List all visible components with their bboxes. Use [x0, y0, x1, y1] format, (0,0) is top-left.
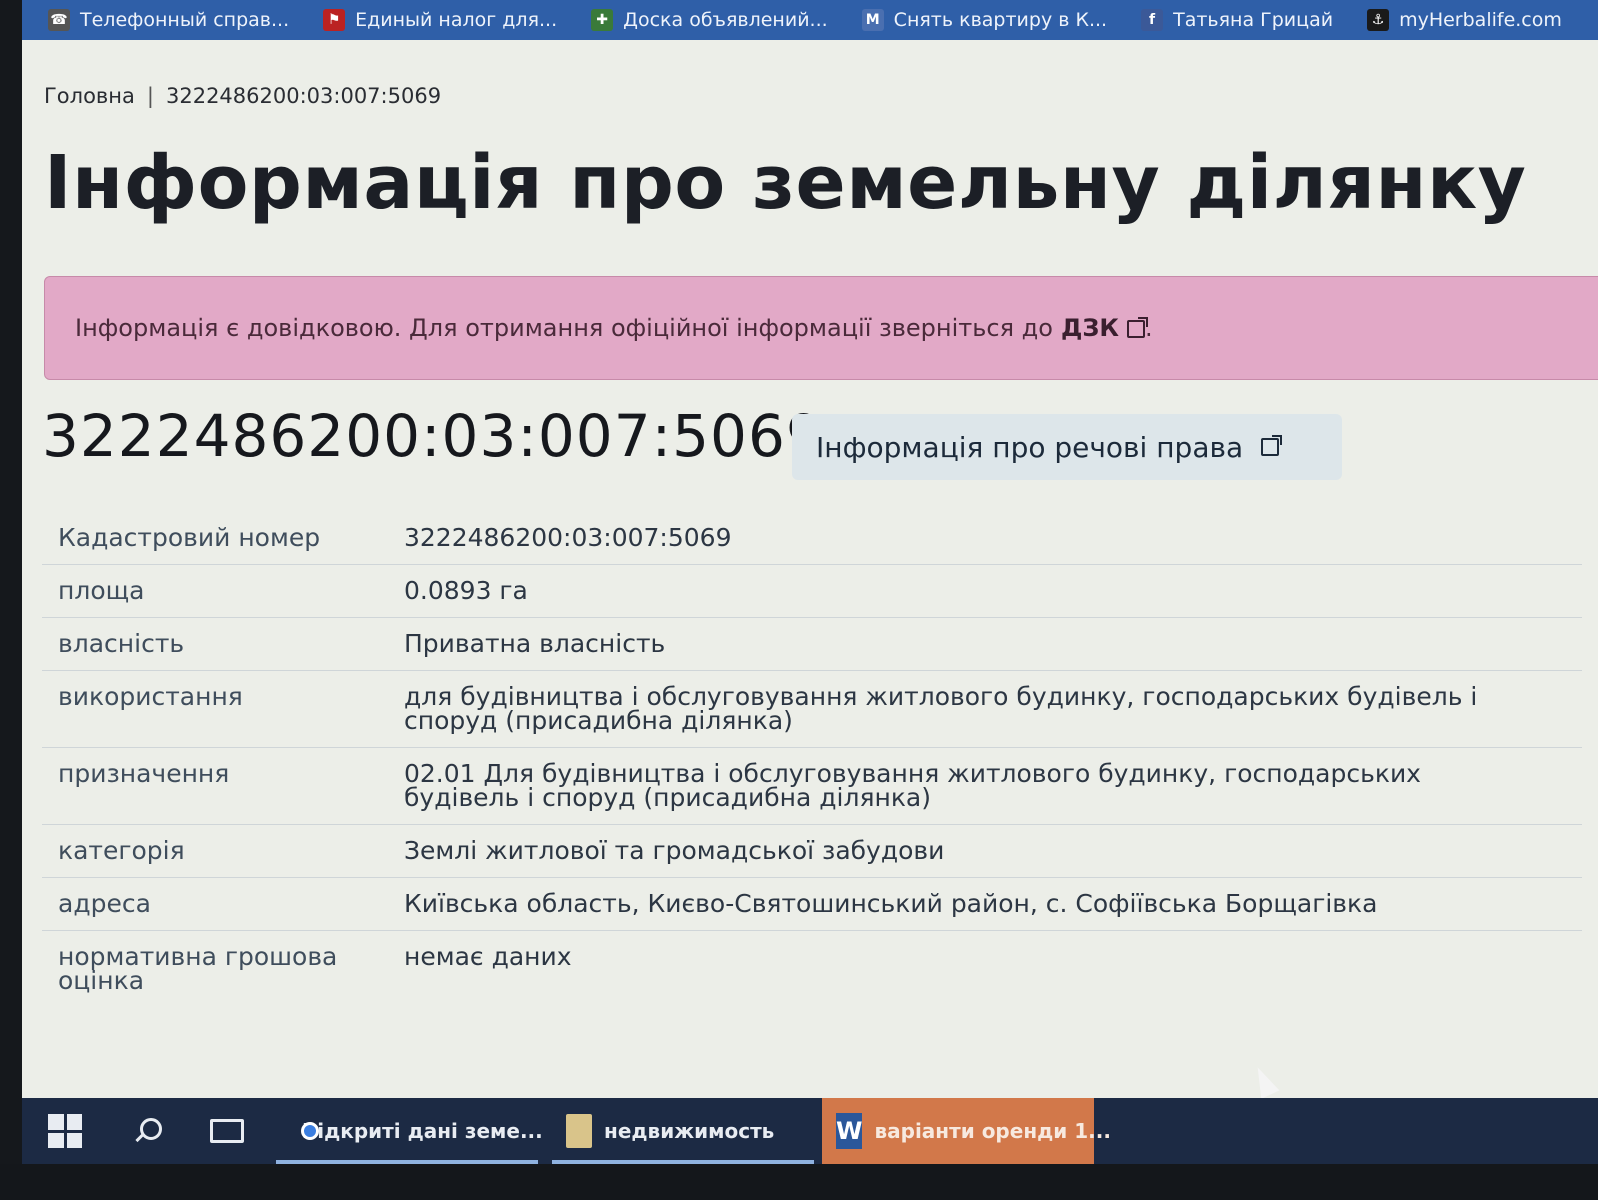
herbalife-icon: ⚓: [1367, 9, 1390, 31]
table-row: Кадастровий номер 3222486200:03:007:5069: [42, 512, 1582, 565]
bookmark-icon: ☎: [48, 9, 70, 31]
board-icon: ✚: [591, 9, 614, 31]
info-alert: Інформація є довідковою. Для отримання о…: [44, 276, 1598, 380]
task-view-icon[interactable]: [210, 1119, 244, 1143]
row-key: призначення: [58, 759, 230, 788]
table-row: категорія Землі житлової та громадської …: [42, 825, 1582, 878]
taskbar-app-label: Відкриті дані земе...: [302, 1119, 543, 1143]
row-key: площа: [58, 576, 145, 605]
table-row: адреса Київська область, Києво-Святошинс…: [42, 878, 1582, 931]
bookmark-classifieds[interactable]: ✚ Доска объявлений...: [591, 9, 828, 31]
taskbar: Відкриті дані земе... недвижимость W вар…: [22, 1098, 1598, 1164]
row-value: Землі житлової та громадської забудови: [404, 836, 945, 865]
dzk-link[interactable]: ДЗК: [1060, 314, 1148, 342]
external-link-icon: [1127, 317, 1148, 338]
table-row: площа 0.0893 га: [42, 565, 1582, 618]
property-rights-label: Інформація про речові права: [816, 430, 1244, 464]
row-value: Приватна власність: [404, 629, 666, 658]
page-content: Головна | 3222486200:03:007:5069 Інформа…: [22, 40, 1598, 1098]
row-key: Кадастровий номер: [58, 523, 321, 552]
bookmark-label: Доска объявлений...: [623, 9, 828, 31]
word-icon: W: [836, 1113, 863, 1149]
property-rights-button[interactable]: Інформація про речові права: [792, 414, 1342, 480]
row-value: 02.01 Для будівництва і обслуговування ж…: [404, 759, 1421, 812]
bookmark-facebook-profile[interactable]: f Татьяна Грицай: [1141, 9, 1333, 31]
row-value: Київська область, Києво-Святошинський ра…: [404, 889, 1378, 918]
taskbar-app-label: недвижимость: [604, 1119, 775, 1143]
bookmark-phone-directory[interactable]: ☎ Телефонный справ...: [48, 9, 289, 31]
folder-icon: [566, 1114, 592, 1148]
breadcrumb-separator: |: [146, 84, 154, 108]
row-key: використання: [58, 682, 243, 711]
row-key: нормативна грошова оцінка: [58, 942, 338, 995]
alert-text: Інформація є довідковою. Для отримання о…: [75, 314, 1053, 342]
bookmark-rent-apartment[interactable]: M Снять квартиру в К...: [861, 9, 1108, 31]
bookmark-herbalife[interactable]: ⚓ myHerbalife.com: [1367, 9, 1562, 31]
screen-bezel: [0, 0, 22, 1200]
table-row: власність Приватна власність: [42, 618, 1582, 671]
taskbar-app-chrome[interactable]: Відкриті дані земе...: [276, 1098, 543, 1164]
taskbar-app-word[interactable]: W варіанти оренди 1...: [822, 1098, 1111, 1164]
facebook-icon: f: [1141, 9, 1164, 31]
dzk-link-label: ДЗК: [1060, 314, 1119, 342]
taskbar-app-folder[interactable]: недвижимость: [552, 1098, 814, 1164]
parcel-number: 3222486200:03:007:5069: [42, 402, 824, 470]
bookmark-label: myHerbalife.com: [1399, 9, 1562, 31]
screen-bezel-bottom: [0, 1164, 1598, 1200]
bookmark-single-tax[interactable]: ⚑ Единый налог для...: [323, 9, 557, 31]
table-row: використання для будівництва і обслугову…: [42, 671, 1582, 748]
bookmark-label: Единый налог для...: [355, 9, 558, 31]
row-key: категорія: [58, 836, 185, 865]
row-value: 0.0893 га: [404, 576, 528, 605]
table-row: нормативна грошова оцінка немає даних: [42, 931, 1582, 1008]
search-icon[interactable]: [132, 1116, 162, 1146]
flag-icon: ⚑: [323, 9, 346, 31]
bookmark-label: Телефонный справ...: [80, 9, 290, 31]
table-row: призначення 02.01 Для будівництва і обсл…: [42, 748, 1582, 825]
m-icon: M: [861, 9, 884, 31]
external-link-icon: [1261, 435, 1283, 456]
taskbar-app-label: варіанти оренди 1...: [874, 1119, 1111, 1143]
breadcrumb-home-link[interactable]: Головна: [44, 84, 135, 108]
bookmarks-bar: ☎ Телефонный справ... ⚑ Единый налог для…: [22, 0, 1598, 40]
row-key: адреса: [58, 889, 151, 918]
breadcrumb: Головна | 3222486200:03:007:5069: [44, 84, 441, 108]
row-value: немає даних: [404, 942, 572, 971]
row-value: 3222486200:03:007:5069: [404, 523, 732, 552]
bookmark-label: Снять квартиру в К...: [893, 9, 1108, 31]
parcel-info-table: Кадастровий номер 3222486200:03:007:5069…: [42, 512, 1582, 1007]
breadcrumb-current: 3222486200:03:007:5069: [165, 84, 442, 108]
bookmark-label: Татьяна Грицай: [1173, 9, 1334, 31]
windows-start-icon[interactable]: [48, 1114, 82, 1148]
page-title: Інформація про земельну ділянку: [44, 140, 1527, 226]
row-key: власність: [58, 629, 185, 658]
row-value: для будівництва і обслуговування житлово…: [404, 682, 1478, 735]
